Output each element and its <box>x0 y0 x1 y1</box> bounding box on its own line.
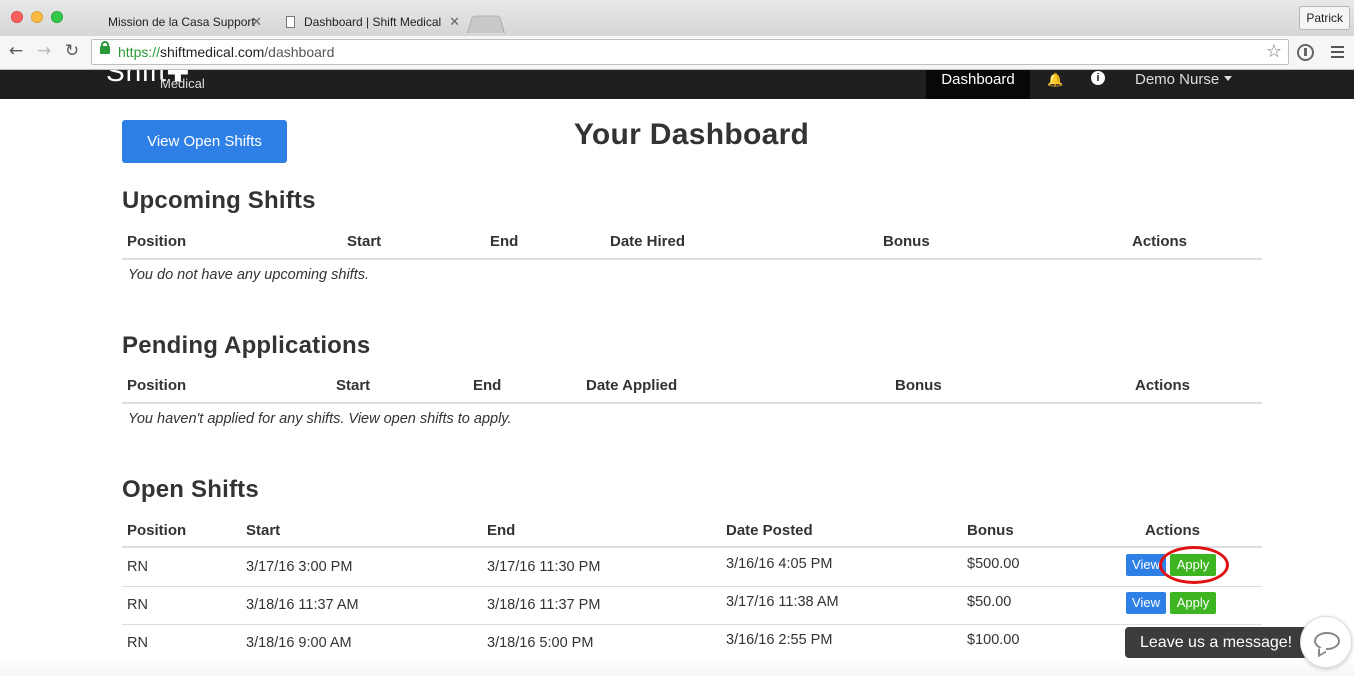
chat-launcher-button[interactable] <box>1300 616 1352 668</box>
address-bar[interactable]: https://shiftmedical.com/dashboard ☆ <box>91 39 1289 65</box>
back-arrow-icon[interactable]: ← <box>7 42 25 60</box>
col-end: End <box>473 377 502 394</box>
apply-shift-button[interactable]: Apply <box>1170 592 1216 614</box>
app-navbar: Shift✚ Medical Dashboard 🔔 i Demo Nurse <box>0 70 1354 99</box>
col-date-posted: Date Posted <box>726 522 813 539</box>
window-minimize-button[interactable] <box>31 11 43 23</box>
user-name: Demo Nurse <box>1135 71 1220 88</box>
cell-start: 3/17/16 3:00 PM <box>246 559 353 575</box>
cell-date-posted: 3/16/16 2:55 PM <box>726 632 833 648</box>
cell-position: RN <box>127 597 148 613</box>
cell-bonus: $50.00 <box>967 594 1012 610</box>
col-start: Start <box>246 522 281 539</box>
row-divider <box>122 624 1262 625</box>
col-end: End <box>487 522 516 539</box>
upcoming-empty-message: You do not have any upcoming shifts. <box>128 267 370 283</box>
row-divider <box>122 586 1262 587</box>
bell-icon: 🔔 <box>1047 72 1064 87</box>
col-start: Start <box>336 377 371 394</box>
browser-toolbar: ← → ↻ https://shiftmedical.com/dashboard… <box>0 36 1354 70</box>
cell-date-posted: 3/17/16 11:38 AM <box>726 594 839 610</box>
pending-applications-title: Pending Applications <box>122 332 371 359</box>
view-shift-button[interactable]: View <box>1126 592 1166 614</box>
col-actions: Actions <box>1145 522 1201 539</box>
brand-logo[interactable]: Shift✚ Medical <box>106 70 205 91</box>
info-icon: i <box>1091 71 1105 85</box>
table-divider <box>122 258 1262 260</box>
forward-arrow-icon[interactable]: → <box>35 42 53 60</box>
page-title: Your Dashboard <box>573 118 810 151</box>
upcoming-shifts-title: Upcoming Shifts <box>122 187 316 214</box>
tab-title: Mission de la Casa Support <box>108 15 255 29</box>
window-maximize-button[interactable] <box>51 11 63 23</box>
lock-icon <box>100 41 110 54</box>
col-bonus: Bonus <box>883 233 930 250</box>
cell-end: 3/18/16 5:00 PM <box>487 635 594 651</box>
browser-tab-dashboard[interactable]: Dashboard | Shift Medical ✕ <box>276 8 470 36</box>
reload-icon[interactable]: ↻ <box>63 42 81 60</box>
open-shifts-title: Open Shifts <box>122 476 259 503</box>
cell-bonus: $100.00 <box>967 632 1020 648</box>
col-end: End <box>490 233 519 250</box>
browser-titlebar: Mission de la Casa Support ✕ Dashboard |… <box>0 0 1354 36</box>
tab-title: Dashboard | Shift Medical <box>304 15 442 29</box>
cell-start: 3/18/16 9:00 AM <box>246 635 352 651</box>
col-date-hired: Date Hired <box>610 233 686 250</box>
browser-tab-mission[interactable]: Mission de la Casa Support ✕ <box>80 8 272 36</box>
window-close-button[interactable] <box>11 11 23 23</box>
brand-subtitle: Medical <box>160 76 205 91</box>
table-divider <box>122 402 1262 404</box>
cell-bonus: $500.00 <box>967 556 1020 572</box>
bookmark-star-icon[interactable]: ☆ <box>1266 40 1282 64</box>
new-tab-button[interactable] <box>470 14 502 32</box>
pending-empty-message: You haven't applied for any shifts. View… <box>128 411 512 427</box>
cell-position: RN <box>127 635 148 651</box>
page-icon <box>286 16 295 28</box>
col-actions: Actions <box>1132 233 1188 250</box>
cell-position: RN <box>127 559 148 575</box>
tab-close-icon[interactable]: ✕ <box>251 8 262 36</box>
user-menu[interactable]: Demo Nurse <box>1120 70 1247 99</box>
browser-chrome: Mission de la Casa Support ✕ Dashboard |… <box>0 0 1354 70</box>
red-highlight-circle <box>1159 546 1229 584</box>
cell-date-posted: 3/16/16 4:05 PM <box>726 556 833 572</box>
profile-button[interactable]: Patrick <box>1299 6 1350 30</box>
col-start: Start <box>347 233 382 250</box>
col-date-applied: Date Applied <box>586 377 678 394</box>
notifications-button[interactable]: 🔔 <box>1037 70 1067 99</box>
browser-menu-icon[interactable] <box>1331 46 1344 58</box>
cell-end: 3/17/16 11:30 PM <box>487 559 601 575</box>
cell-end: 3/18/16 11:37 PM <box>487 597 601 613</box>
nav-dashboard[interactable]: Dashboard <box>926 70 1030 99</box>
col-position: Position <box>127 233 187 250</box>
cell-start: 3/18/16 11:37 AM <box>246 597 359 613</box>
col-bonus: Bonus <box>895 377 942 394</box>
extension-icon[interactable] <box>1297 44 1314 61</box>
col-bonus: Bonus <box>967 522 1014 539</box>
help-button[interactable]: i <box>1083 70 1113 99</box>
col-position: Position <box>127 522 187 539</box>
url-text: https://shiftmedical.com/dashboard <box>118 44 335 60</box>
tab-close-icon[interactable]: ✕ <box>449 8 460 36</box>
caret-down-icon <box>1224 76 1233 81</box>
chat-bubble-icon <box>1314 632 1340 650</box>
chat-prompt[interactable]: Leave us a message! <box>1125 627 1307 658</box>
table-divider <box>122 546 1262 548</box>
page-fade <box>0 656 1354 676</box>
col-position: Position <box>127 377 187 394</box>
col-actions: Actions <box>1135 377 1191 394</box>
